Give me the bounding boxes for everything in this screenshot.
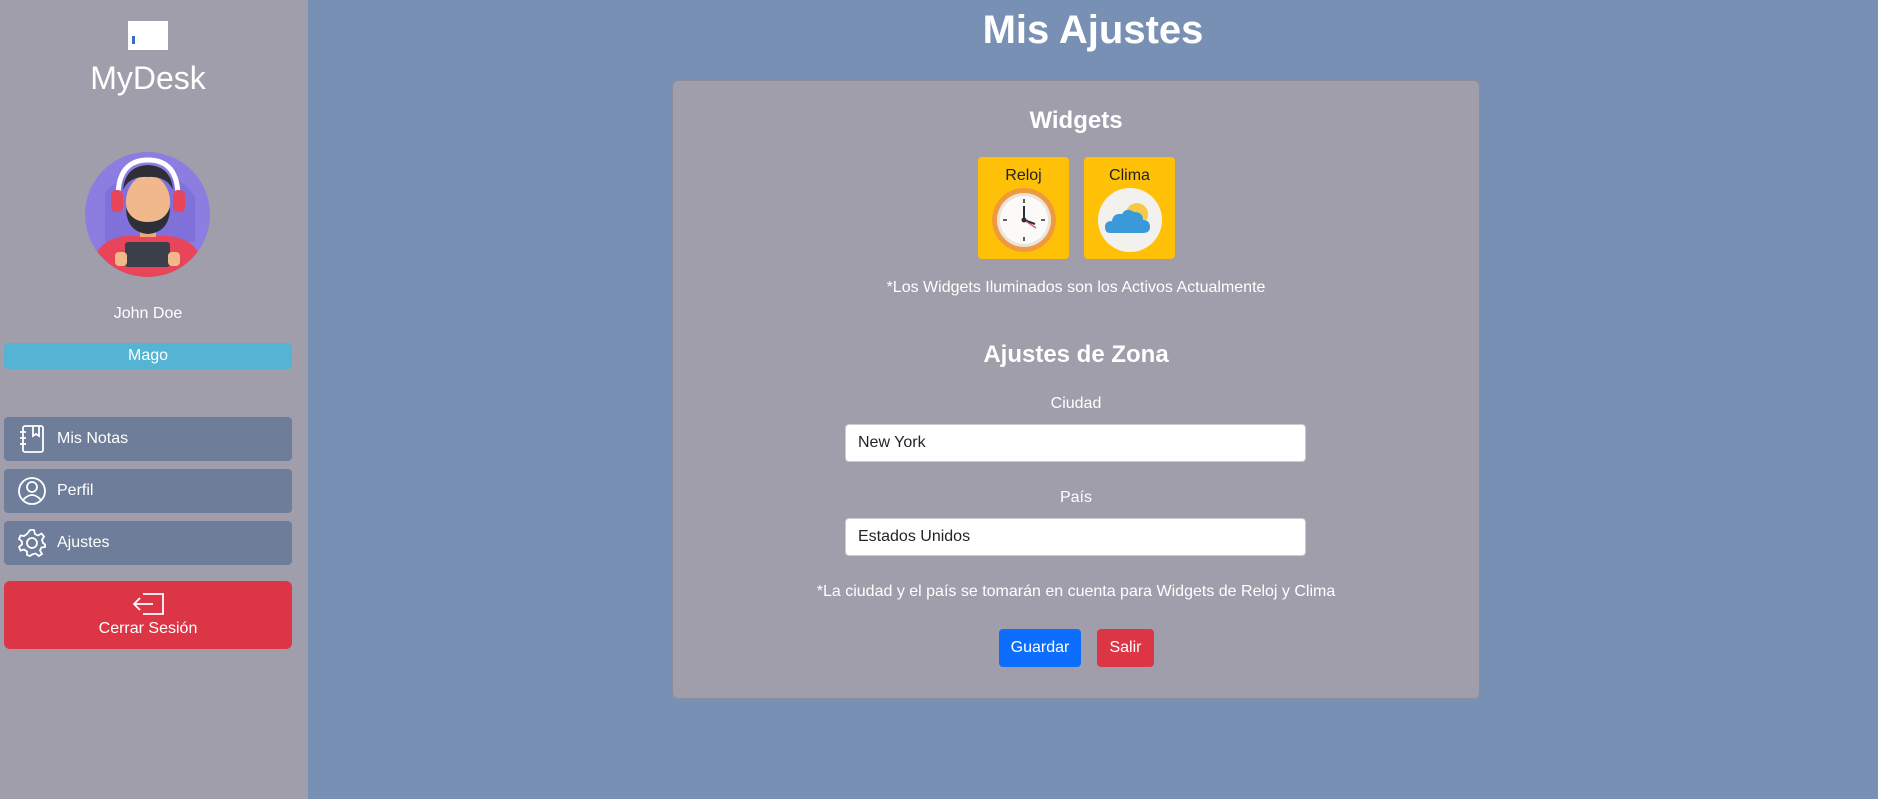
logout-icon — [131, 592, 165, 616]
notebook-icon — [17, 424, 47, 454]
city-input[interactable] — [845, 424, 1306, 462]
weather-icon — [1097, 187, 1163, 258]
role-badge: Mago — [4, 343, 292, 369]
city-label: Ciudad — [1050, 395, 1102, 412]
person-icon — [17, 476, 47, 506]
sidebar-item-label: Mis Notas — [57, 430, 129, 447]
country-label: País — [1059, 489, 1092, 506]
sidebar-item-ajustes[interactable]: Ajustes — [4, 521, 292, 565]
zone-title: Ajustes de Zona — [983, 341, 1169, 368]
sidebar-item-mis-notas[interactable]: Mis Notas — [4, 417, 292, 461]
widget-label: Clima — [1109, 167, 1150, 184]
save-button[interactable]: Guardar — [999, 629, 1081, 667]
avatar — [85, 152, 210, 277]
logo-icon — [128, 21, 168, 50]
widget-reloj[interactable]: Reloj — [978, 157, 1069, 259]
brand-name: MyDesk — [90, 60, 206, 96]
logout-label: Cerrar Sesión — [98, 620, 198, 637]
username: John Doe — [113, 305, 183, 322]
logout-button[interactable]: Cerrar Sesión — [4, 581, 292, 649]
widget-label: Reloj — [1005, 167, 1042, 184]
sidebar-item-label: Ajustes — [57, 534, 110, 551]
sidebar-item-label: Perfil — [57, 482, 94, 499]
zone-note: *La ciudad y el país se tomarán en cuent… — [816, 583, 1336, 600]
settings-card: Widgets Reloj Clima *Los Widgets Ilumina… — [672, 80, 1480, 699]
clock-icon — [991, 187, 1057, 258]
widgets-title: Widgets — [1029, 107, 1123, 134]
sidebar-item-perfil[interactable]: Perfil — [4, 469, 292, 513]
page-title: Mis Ajustes — [982, 8, 1204, 52]
exit-button[interactable]: Salir — [1097, 629, 1154, 667]
sidebar: MyDesk John Doe Mago Mis Notas Perfil Aj… — [0, 0, 308, 799]
gear-icon — [17, 528, 47, 558]
country-input[interactable] — [845, 518, 1306, 556]
widgets-note: *Los Widgets Iluminados son los Activos … — [886, 279, 1266, 296]
widget-clima[interactable]: Clima — [1084, 157, 1175, 259]
